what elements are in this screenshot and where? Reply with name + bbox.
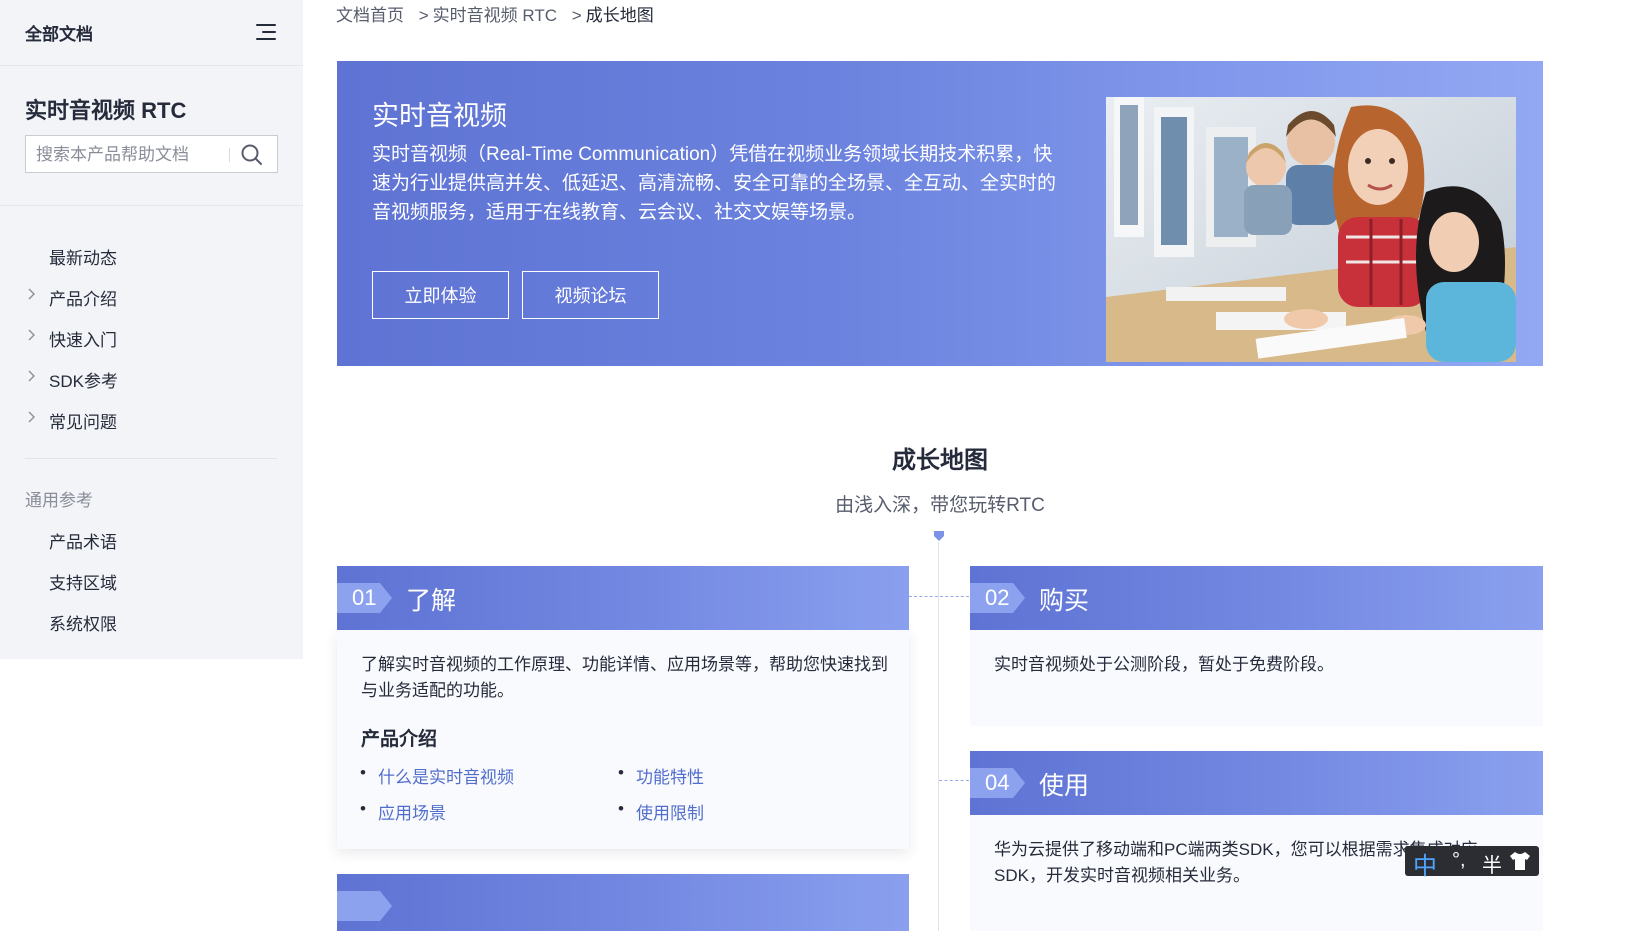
banner-description: 实时音视频（Real-Time Communication）凭借在视频业务领域长… — [372, 144, 1057, 223]
product-title: 实时音视频 RTC — [25, 98, 187, 123]
step-header-use[interactable]: 04 使用 — [970, 751, 1543, 815]
step-header-buy[interactable]: 02 购买 — [970, 566, 1543, 630]
try-now-button[interactable]: 立即体验 — [372, 271, 509, 319]
link-features[interactable]: 功能特性 — [618, 763, 704, 788]
step-description: 实时音视频处于公测阶段，暂处于免费阶段。 — [994, 655, 1334, 674]
link-limits[interactable]: 使用限制 — [618, 799, 704, 824]
sidebar-divider — [25, 458, 277, 459]
growth-map-subtitle: 由浅入深，带您玩转RTC — [835, 495, 1045, 516]
timeline-line — [938, 542, 939, 931]
sidebar-item-faq[interactable]: 常见问题 — [0, 402, 303, 436]
sidebar-item-label: 系统权限 — [49, 615, 117, 634]
timeline-connector — [939, 780, 969, 781]
sidebar-item-label: 产品介绍 — [49, 290, 117, 309]
chevron-right-icon — [28, 370, 35, 382]
search-input[interactable] — [34, 143, 223, 167]
step-card-buy: 实时音视频处于公测阶段，暂处于免费阶段。 — [970, 630, 1543, 726]
chevron-right-icon — [28, 288, 35, 300]
step-section-title: 产品介绍 — [361, 729, 438, 750]
step-title: 使用 — [1039, 772, 1090, 800]
sidebar-item-label: 支持区域 — [49, 574, 117, 593]
sidebar-item-quick-start[interactable]: 快速入门 — [0, 320, 303, 354]
search-icon[interactable] — [240, 143, 264, 167]
timeline-connector — [909, 596, 969, 597]
sidebar-header: 全部文档 — [0, 0, 303, 66]
step-card-learn: 了解实时音视频的工作原理、功能详情、应用场景等，帮助您快速找到与业务适配的功能。… — [337, 630, 909, 849]
banner-photo — [1106, 97, 1516, 362]
banner-title: 实时音视频 — [372, 101, 507, 131]
video-forum-button[interactable]: 视频论坛 — [522, 271, 659, 319]
sidebar-item-label: 快速入门 — [49, 331, 117, 350]
link-what-is-rtc[interactable]: 什么是实时音视频 — [360, 763, 514, 788]
step-number-badge — [337, 891, 392, 921]
ime-punctuation[interactable]: °, — [1452, 849, 1466, 872]
sidebar-item-label: SDK参考 — [49, 372, 118, 391]
link-scenarios[interactable]: 应用场景 — [360, 799, 446, 824]
ime-toolbar[interactable]: 中 °, 半 — [1405, 846, 1539, 880]
breadcrumb-separator: > — [571, 6, 582, 25]
step-header-learn[interactable]: 01 了解 — [337, 566, 909, 630]
all-docs-title[interactable]: 全部文档 — [25, 20, 93, 45]
breadcrumb: 文档首页 > 实时音视频 RTC > 成长地图 — [336, 1, 654, 26]
breadcrumb-current: 成长地图 — [585, 6, 654, 25]
breadcrumb-product[interactable]: 实时音视频 RTC — [433, 6, 557, 25]
sidebar-item-label: 最新动态 — [49, 249, 117, 268]
step-number-badge: 04 — [970, 768, 1025, 798]
sidebar-item-label: 产品术语 — [49, 533, 117, 552]
step-header-partial[interactable] — [337, 874, 909, 931]
sidebar-item-regions[interactable]: 支持区域 — [0, 563, 303, 597]
step-number-badge: 02 — [970, 583, 1025, 613]
step-number: 04 — [985, 770, 1010, 795]
ime-mode[interactable]: 中 — [1413, 846, 1437, 881]
sidebar-item-label: 常见问题 — [49, 413, 117, 432]
step-number: 01 — [352, 585, 377, 610]
sidebar-divider — [0, 205, 303, 206]
sidebar-item-terms[interactable]: 产品术语 — [0, 522, 303, 556]
chevron-right-icon — [28, 329, 35, 341]
chevron-right-icon — [28, 411, 35, 423]
shirt-icon[interactable] — [1509, 851, 1531, 871]
step-title: 了解 — [406, 587, 457, 615]
step-description: 了解实时音视频的工作原理、功能详情、应用场景等，帮助您快速找到与业务适配的功能。 — [361, 655, 888, 700]
sidebar-item-sdk[interactable]: SDK参考 — [0, 361, 303, 395]
sidebar: 全部文档 实时音视频 RTC 最新动态 产品介绍 快速入门 SDK参考 常见问题… — [0, 0, 303, 659]
hero-banner: 实时音视频 实时音视频（Real-Time Communication）凭借在视… — [337, 61, 1543, 366]
reference-title: 通用参考 — [25, 491, 93, 510]
breadcrumb-separator: > — [418, 6, 429, 25]
step-title: 购买 — [1039, 587, 1090, 615]
ime-width[interactable]: 半 — [1482, 849, 1502, 878]
step-number: 02 — [985, 585, 1010, 610]
sidebar-item-permissions[interactable]: 系统权限 — [0, 604, 303, 638]
sidebar-item-latest[interactable]: 最新动态 — [0, 238, 303, 272]
sidebar-item-product-intro[interactable]: 产品介绍 — [0, 279, 303, 313]
menu-icon[interactable] — [256, 24, 278, 44]
search-box — [25, 135, 278, 173]
growth-map-title: 成长地图 — [892, 447, 988, 474]
step-number-badge: 01 — [337, 583, 392, 613]
search-separator — [229, 148, 230, 162]
timeline-marker-icon — [934, 531, 944, 541]
breadcrumb-home[interactable]: 文档首页 — [336, 6, 404, 25]
